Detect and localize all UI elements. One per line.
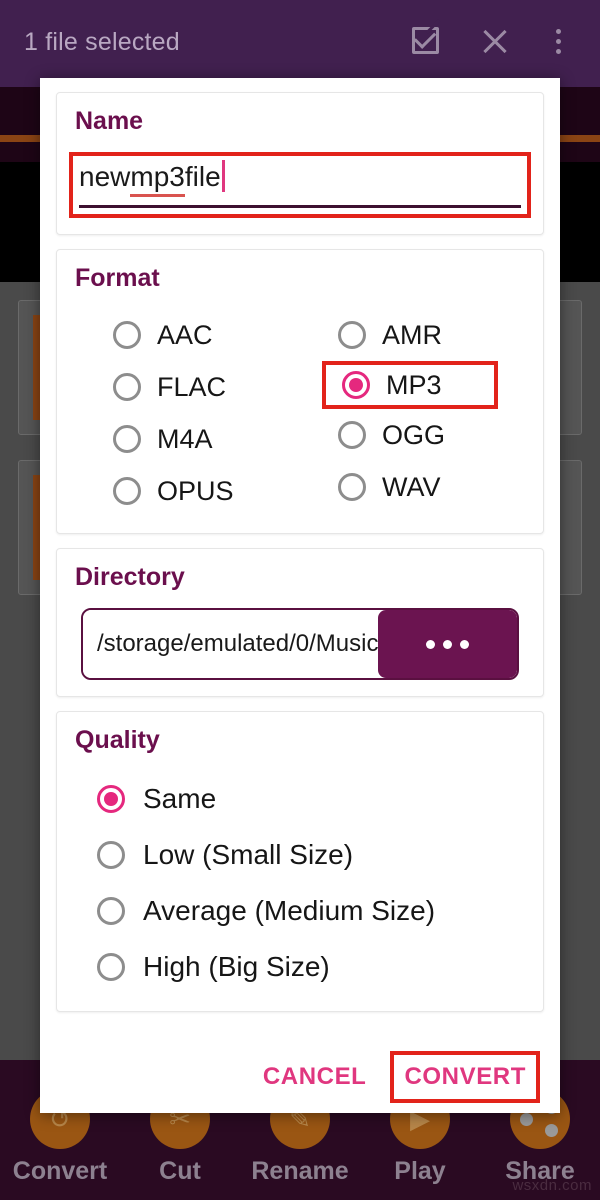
format-option-label: FLAC	[157, 371, 227, 402]
bottom-item-label: Rename	[251, 1157, 349, 1185]
close-icon[interactable]	[478, 24, 512, 58]
format-option-label: WAV	[382, 471, 441, 502]
format-option-label: AMR	[382, 319, 442, 350]
format-options: AAC FLAC M4A OPUS AMR MP3 OGG WAV	[75, 309, 525, 517]
radio-icon	[97, 953, 125, 981]
convert-button[interactable]: CONVERT	[390, 1051, 540, 1103]
name-value-misspelled: mp3	[130, 161, 185, 197]
quality-option-low[interactable]: Low (Small Size)	[75, 827, 525, 883]
bottom-item-label: Play	[394, 1157, 446, 1185]
selection-toolbar: 1 file selected	[0, 0, 600, 87]
radio-icon	[338, 421, 366, 449]
format-option-label: M4A	[157, 423, 213, 454]
format-section: Format AAC FLAC M4A OPUS AMR MP3 OGG WAV	[56, 249, 544, 534]
quality-option-label: Same	[143, 783, 217, 814]
toolbar-actions	[408, 24, 582, 58]
radio-icon	[97, 841, 125, 869]
directory-field[interactable]: /storage/emulated/0/Music	[81, 608, 519, 680]
quality-option-label: High (Big Size)	[143, 951, 330, 982]
text-cursor	[221, 160, 225, 192]
name-field-highlight: new mp3 file	[69, 152, 531, 218]
radio-icon	[338, 473, 366, 501]
quality-section-title: Quality	[75, 726, 160, 754]
format-options-left: AAC FLAC M4A OPUS	[75, 309, 300, 517]
radio-icon	[113, 321, 141, 349]
quality-option-label: Average (Medium Size)	[143, 895, 436, 926]
dialog-body: Name new mp3 file Format AAC FLAC M4A OP…	[40, 78, 560, 1041]
radio-icon	[113, 373, 141, 401]
directory-path-value[interactable]: /storage/emulated/0/Music	[83, 610, 379, 678]
format-option-ogg[interactable]: OGG	[322, 409, 525, 461]
name-input[interactable]: new mp3 file	[79, 160, 521, 208]
format-option-label: MP3	[386, 369, 442, 400]
name-section: Name new mp3 file	[56, 92, 544, 235]
format-section-title: Format	[75, 264, 160, 292]
format-option-label: OPUS	[157, 475, 234, 506]
format-options-right: AMR MP3 OGG WAV	[300, 309, 525, 517]
format-option-label: AAC	[157, 319, 213, 350]
format-option-wav[interactable]: WAV	[322, 461, 525, 513]
select-all-icon[interactable]	[408, 24, 442, 58]
format-option-m4a[interactable]: M4A	[75, 413, 300, 465]
radio-icon	[113, 425, 141, 453]
radio-icon	[338, 321, 366, 349]
dialog-actions: CANCEL CONVERT	[40, 1041, 560, 1113]
quality-section: Quality Same Low (Small Size) Average (M…	[56, 711, 544, 1012]
format-option-flac[interactable]: FLAC	[75, 361, 300, 413]
quality-option-average[interactable]: Average (Medium Size)	[75, 883, 525, 939]
name-section-title: Name	[75, 107, 144, 135]
quality-option-high[interactable]: High (Big Size)	[75, 939, 525, 995]
radio-icon-selected	[97, 785, 125, 813]
radio-icon-selected	[342, 371, 370, 399]
quality-option-label: Low (Small Size)	[143, 839, 354, 870]
bottom-item-label: Cut	[159, 1157, 201, 1185]
radio-icon	[113, 477, 141, 505]
directory-section: Directory /storage/emulated/0/Music	[56, 548, 544, 697]
format-option-aac[interactable]: AAC	[75, 309, 300, 361]
format-option-label: OGG	[382, 419, 446, 450]
quality-option-same[interactable]: Same	[75, 771, 525, 827]
watermark: wsxdn.com	[512, 1177, 592, 1194]
directory-section-title: Directory	[75, 563, 185, 591]
cancel-button[interactable]: CANCEL	[253, 1055, 377, 1099]
name-value-suffix: file	[184, 161, 221, 192]
radio-icon	[97, 897, 125, 925]
selection-count-label: 1 file selected	[24, 28, 180, 56]
name-value-prefix: new	[79, 161, 131, 192]
directory-browse-button[interactable]	[378, 610, 517, 678]
convert-dialog: Name new mp3 file Format AAC FLAC M4A OP…	[40, 78, 560, 1113]
format-option-mp3[interactable]: MP3	[322, 361, 498, 409]
format-option-amr[interactable]: AMR	[322, 309, 525, 361]
overflow-menu-icon[interactable]	[548, 24, 582, 58]
format-option-opus[interactable]: OPUS	[75, 465, 300, 517]
app-screen: 1 file selected ↺ Convert ✂ Cut ✎ Rename…	[0, 0, 600, 1200]
bottom-item-label: Convert	[12, 1157, 108, 1185]
